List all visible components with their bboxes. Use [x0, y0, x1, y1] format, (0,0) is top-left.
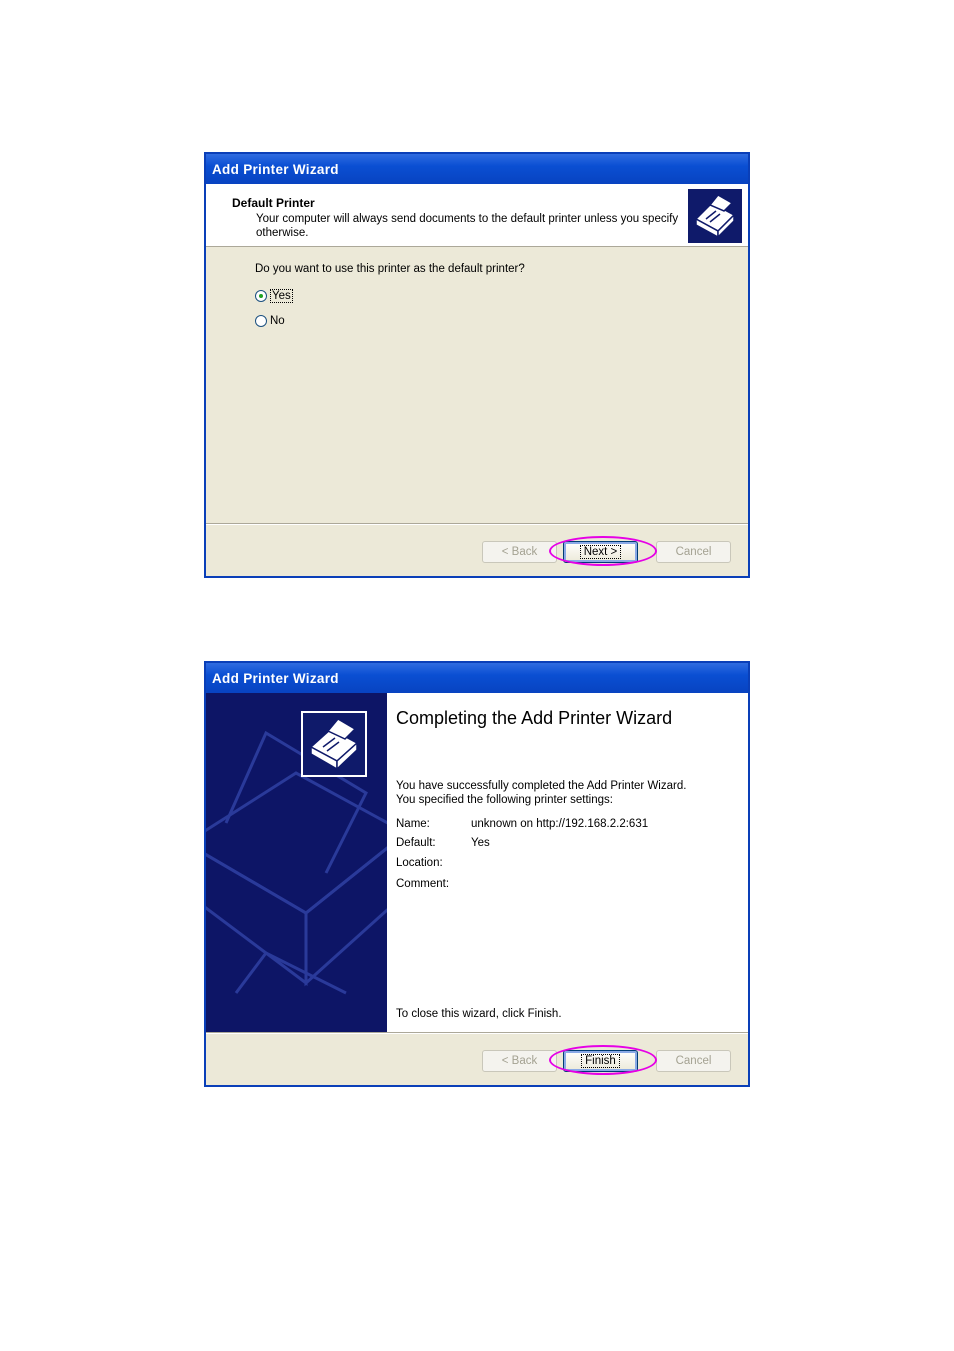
back-button-label: < Back: [501, 1055, 538, 1067]
add-printer-wizard-dialog-completing: Add Printer Wizard Completing the Add Pr…: [204, 661, 750, 1087]
radio-no[interactable]: No: [255, 315, 285, 327]
setting-name-value: unknown on http://192.168.2.2:631: [471, 818, 649, 830]
radio-button-unchecked[interactable]: [255, 315, 267, 327]
radio-button-checked[interactable]: [255, 290, 267, 302]
completion-heading: Completing the Add Printer Wizard: [396, 708, 673, 728]
next-button-label: Next >: [579, 545, 622, 559]
settings-intro: You specified the following printer sett…: [396, 794, 613, 806]
printer-icon: [688, 189, 742, 243]
header-title: Default Printer: [232, 196, 315, 210]
radio-yes-label[interactable]: Yes: [270, 289, 293, 303]
setting-default-label: Default:: [396, 837, 436, 849]
cancel-button-label: Cancel: [675, 1055, 712, 1067]
wizard-header: Default Printer Your computer will alway…: [206, 184, 748, 247]
title-bar[interactable]: Add Printer Wizard: [206, 154, 748, 184]
setting-comment-label: Comment:: [396, 878, 450, 890]
default-printer-question: Do you want to use this printer as the d…: [255, 263, 525, 275]
window-title: Add Printer Wizard: [212, 162, 339, 177]
setting-location-label: Location:: [396, 857, 443, 869]
printer-icon: [301, 711, 367, 777]
closing-instruction: To close this wizard, click Finish.: [396, 1008, 562, 1020]
next-button[interactable]: Next >: [563, 541, 638, 563]
wizard-content: Completing the Add Printer Wizard You ha…: [387, 693, 748, 1034]
radio-yes[interactable]: Yes: [255, 289, 293, 303]
title-bar[interactable]: Add Printer Wizard: [206, 663, 748, 693]
setting-default-value: Yes: [471, 837, 490, 849]
radio-no-label[interactable]: No: [270, 315, 285, 327]
back-button[interactable]: < Back: [482, 541, 557, 563]
setting-name-label: Name:: [396, 818, 430, 830]
footer-divider: [206, 1032, 748, 1033]
add-printer-wizard-dialog-default-printer: Add Printer Wizard Default Printer Your …: [204, 152, 750, 578]
wizard-side-banner: [206, 693, 387, 1034]
cancel-button[interactable]: Cancel: [656, 541, 731, 563]
finish-button-label: Finish: [581, 1054, 620, 1068]
finish-button[interactable]: Finish: [563, 1050, 638, 1072]
back-button-label: < Back: [501, 546, 538, 558]
header-subtitle: Your computer will always send documents…: [256, 213, 679, 239]
back-button[interactable]: < Back: [482, 1050, 557, 1072]
cancel-button-label: Cancel: [675, 546, 712, 558]
cancel-button[interactable]: Cancel: [656, 1050, 731, 1072]
footer-divider: [206, 523, 748, 524]
success-text: You have successfully completed the Add …: [396, 780, 687, 792]
window-title: Add Printer Wizard: [212, 671, 339, 686]
